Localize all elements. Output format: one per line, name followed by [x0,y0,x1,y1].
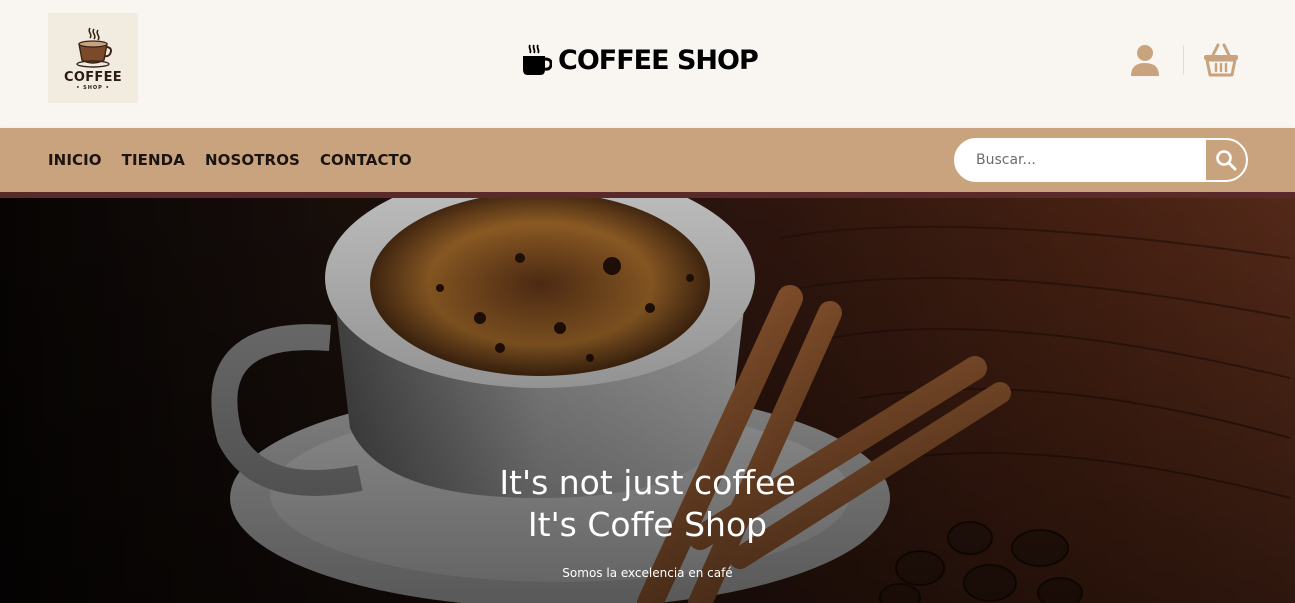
nav-item-inicio[interactable]: INICIO [48,151,102,169]
coffee-cup-icon [523,44,552,75]
search-bar [954,138,1248,182]
brand-title: COFFEE SHOP [558,44,759,76]
header-divider [1183,45,1184,75]
nav-item-tienda[interactable]: TIENDA [122,151,185,169]
hero-title-line1: It's not just coffee [499,463,796,502]
nav-links: INICIO TIENDA NOSOTROS CONTACTO [48,151,432,169]
hero-banner: It's not just coffee It's Coffe Shop Som… [0,198,1295,603]
logo-subtitle: • SHOP • [76,84,110,91]
brand-title-block[interactable]: COFFEE SHOP [522,42,759,78]
user-icon[interactable] [1130,44,1160,76]
logo-cup-icon [76,27,112,68]
shopping-basket-icon[interactable] [1203,43,1239,77]
search-icon [1216,150,1237,171]
site-header: COFFEE • SHOP • COFFEE SHOP [0,0,1295,128]
hero-title-line2: It's Coffe Shop [527,505,768,544]
nav-item-contacto[interactable]: CONTACTO [320,151,412,169]
search-button[interactable] [1206,140,1246,180]
logo[interactable]: COFFEE • SHOP • [48,13,138,103]
hero-subtitle: Somos la excelencia en café [562,566,733,580]
search-input[interactable] [956,140,1206,180]
main-nav: INICIO TIENDA NOSOTROS CONTACTO [0,128,1295,192]
nav-item-nosotros[interactable]: NOSOTROS [205,151,300,169]
logo-title: COFFEE [64,69,122,85]
